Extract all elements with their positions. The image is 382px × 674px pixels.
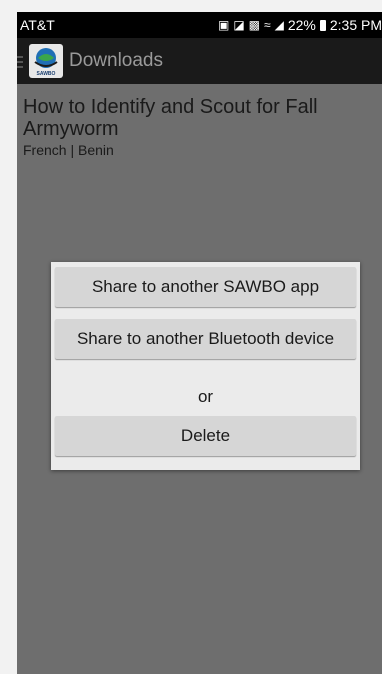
carrier-label: AT&T xyxy=(20,17,55,33)
share-to-app-button[interactable]: Share to another SAWBO app xyxy=(55,267,356,307)
save-icon: ▣ xyxy=(217,18,230,32)
delete-button[interactable]: Delete xyxy=(55,416,356,456)
share-to-bluetooth-button[interactable]: Share to another Bluetooth device xyxy=(55,319,356,359)
phone-screen: AT&T ▣ ◪ ▩ ≈ ◢ 22% 2:35 PM SAWBO Downloa… xyxy=(17,12,382,674)
battery-percent: 22% xyxy=(287,17,316,33)
share-options-dialog: Share to another SAWBO app Share to anot… xyxy=(51,262,360,470)
sawbo-logo[interactable]: SAWBO xyxy=(29,44,63,78)
nav-drawer-icon[interactable] xyxy=(17,56,23,68)
status-bar: AT&T ▣ ◪ ▩ ≈ ◢ 22% 2:35 PM xyxy=(17,12,382,38)
battery-icon xyxy=(319,19,326,31)
wifi-icon: ≈ xyxy=(264,18,271,32)
download-item-title: How to Identify and Scout for Fall Armyw… xyxy=(23,96,318,140)
app-bar: SAWBO Downloads xyxy=(17,38,382,84)
signal-icon: ◢ xyxy=(274,18,284,32)
app-title: Downloads xyxy=(69,50,163,71)
status-time: 2:35 PM xyxy=(329,17,382,33)
or-label: or xyxy=(197,387,214,406)
status-icons: ▣ ◪ ▩ ≈ ◢ 22% 2:35 PM xyxy=(218,17,382,33)
download-item[interactable]: How to Identify and Scout for Fall Armyw… xyxy=(23,96,373,158)
svg-text:SAWBO: SAWBO xyxy=(37,71,56,77)
download-item-subtitle: French | Benin xyxy=(23,142,114,158)
vibrate-icon: ▩ xyxy=(248,18,260,32)
nfc-icon: ◪ xyxy=(233,18,245,32)
